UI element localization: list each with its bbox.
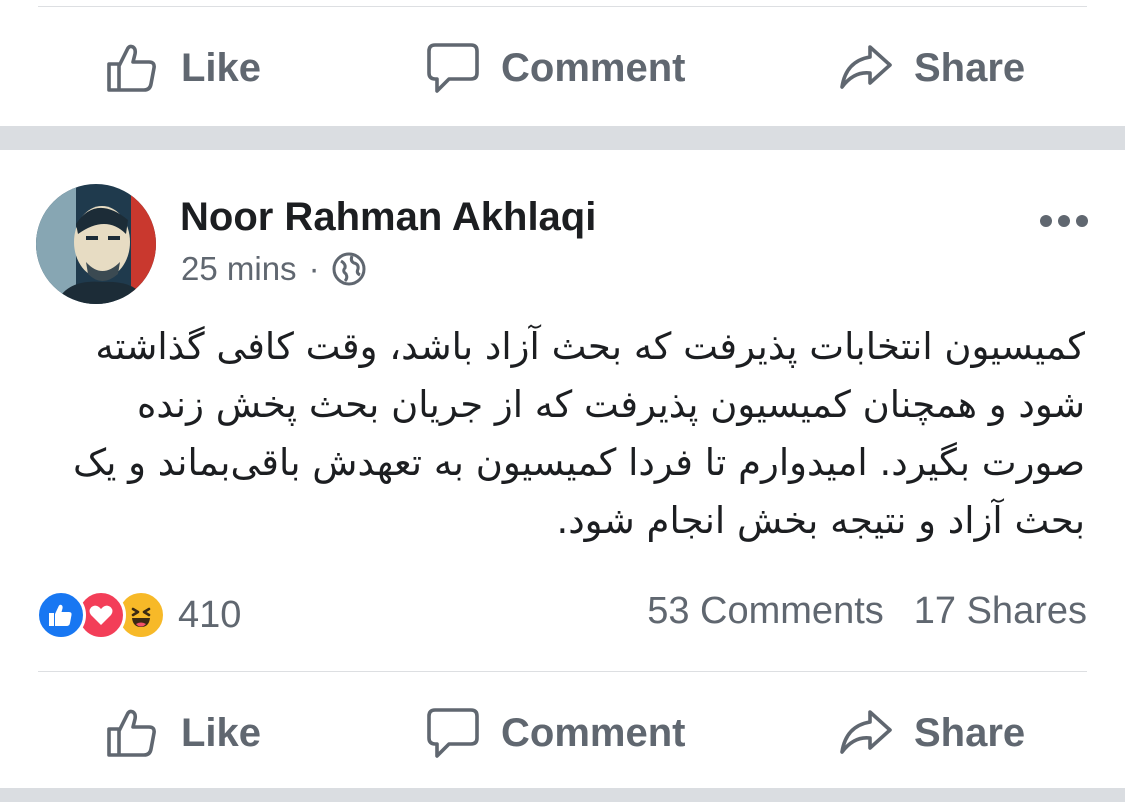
meta-separator: · [308, 250, 320, 287]
like-button[interactable]: Like [105, 28, 261, 108]
thumbs-up-icon [107, 709, 156, 757]
bottom-separator [0, 788, 1125, 802]
share-button[interactable]: Share [838, 693, 1025, 773]
post-author-name[interactable]: Noor Rahman Akhlaqi [180, 195, 596, 240]
action-bar-previous-post: Like Comment Share [0, 28, 1125, 108]
share-label: Share [914, 45, 1026, 90]
post-stats: 53 Comments 17 Shares [647, 590, 1087, 633]
like-reaction-icon [36, 590, 86, 640]
globe-icon [332, 252, 366, 286]
share-arrow-icon [840, 710, 892, 754]
share-arrow-icon [840, 45, 892, 89]
like-label: Like [181, 45, 262, 90]
shares-count[interactable]: 17 Shares [914, 590, 1087, 633]
top-divider [38, 6, 1087, 7]
thumbs-up-icon [107, 44, 156, 92]
comment-bubble-icon [427, 43, 479, 93]
share-button[interactable]: Share [838, 28, 1025, 108]
comment-bubble-icon [427, 708, 479, 758]
action-bar: Like Comment Share [0, 693, 1125, 773]
like-button[interactable]: Like [105, 693, 261, 773]
reaction-count: 410 [178, 593, 242, 636]
reactions-summary[interactable]: 410 [36, 590, 241, 640]
post-separator [0, 126, 1125, 150]
comment-button[interactable]: Comment [425, 693, 685, 773]
comments-count[interactable]: 53 Comments [647, 590, 884, 633]
dot-icon [1058, 215, 1070, 227]
comment-label: Comment [501, 45, 686, 90]
share-label: Share [914, 710, 1026, 755]
dot-icon [1076, 215, 1088, 227]
post-timestamp[interactable]: 25 mins [181, 250, 297, 288]
dot-icon [1040, 215, 1052, 227]
like-label: Like [181, 710, 262, 755]
avatar[interactable] [36, 184, 156, 304]
actions-divider [38, 671, 1087, 672]
profile-photo-icon [36, 184, 156, 304]
post-meta: 25 mins · [181, 250, 366, 288]
comment-button[interactable]: Comment [425, 28, 685, 108]
post-text: کمیسیون انتخابات پذیرفت که بحث آزاد باشد… [72, 325, 1085, 542]
more-options-button[interactable] [1040, 215, 1088, 227]
comment-label: Comment [501, 710, 686, 755]
